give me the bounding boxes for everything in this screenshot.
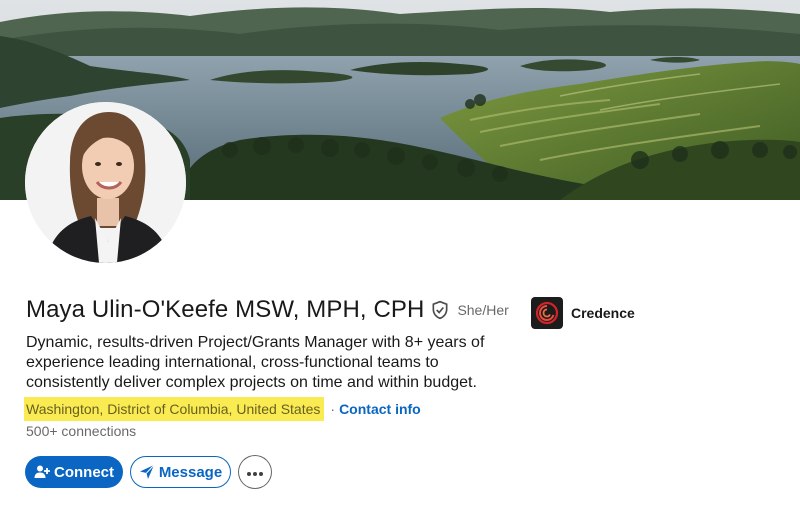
pronouns: She/Her	[457, 302, 509, 318]
location-text: Washington, District of Columbia, United…	[24, 397, 325, 421]
message-label: Message	[158, 463, 223, 481]
separator-dot: ·	[330, 401, 336, 417]
name-row: Maya Ulin-O'Keefe MSW, MPH, CPH She/Her	[26, 296, 509, 324]
more-horizontal-icon	[246, 464, 264, 481]
add-person-icon	[34, 464, 50, 480]
company-name: Credence	[571, 305, 635, 321]
credence-logo-icon	[531, 297, 563, 329]
person-portrait-image	[25, 102, 186, 263]
profile-headline: Dynamic, results-driven Project/Grants M…	[26, 334, 485, 391]
connect-button[interactable]: Connect	[25, 456, 123, 488]
current-company[interactable]: Credence	[531, 297, 635, 329]
message-button[interactable]: Message	[130, 456, 231, 488]
verified-shield-icon[interactable]	[430, 300, 450, 320]
profile-photo[interactable]	[25, 102, 186, 263]
send-arrow-icon	[139, 464, 155, 480]
contact-info-link[interactable]: Contact info	[339, 399, 421, 419]
connections-count: 500+ connections	[26, 423, 137, 439]
profile-name: Maya Ulin-O'Keefe MSW, MPH, CPH	[26, 296, 425, 323]
profile-card: Maya Ulin-O'Keefe MSW, MPH, CPH She/Her …	[0, 0, 800, 511]
connect-label: Connect	[54, 463, 114, 481]
location-row: Washington, District of Columbia, United…	[24, 397, 421, 421]
more-actions-button[interactable]	[238, 455, 272, 489]
